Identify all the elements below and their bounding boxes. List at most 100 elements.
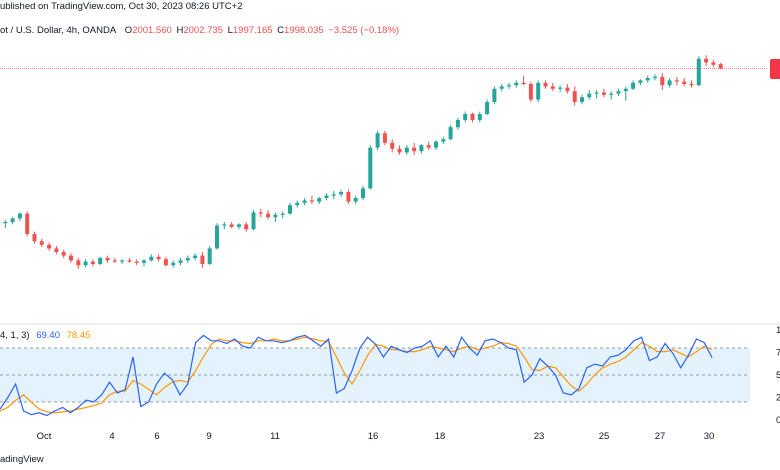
candle	[353, 195, 358, 204]
candle	[302, 198, 307, 206]
candle	[346, 189, 351, 204]
time-axis-label: 11	[270, 431, 280, 442]
candle	[3, 219, 8, 228]
candle	[280, 211, 285, 219]
candle	[580, 94, 584, 105]
candle	[477, 111, 482, 123]
candle	[419, 144, 424, 154]
candle	[499, 84, 504, 92]
candle	[339, 189, 344, 197]
candle	[404, 145, 409, 155]
candle	[105, 255, 110, 263]
candle	[331, 190, 336, 200]
time-axis-label: Oct	[37, 431, 52, 442]
candle	[601, 88, 606, 98]
candle	[236, 223, 241, 230]
candle	[90, 259, 95, 267]
time-axis-label: 25	[599, 431, 610, 442]
candlestick-series	[3, 55, 723, 269]
candle	[361, 186, 365, 201]
candle	[660, 73, 665, 90]
brand-text: adingView	[0, 454, 44, 465]
candle	[448, 124, 453, 141]
candle	[273, 212, 278, 222]
candle	[704, 55, 709, 66]
time-axis-label: 18	[435, 431, 446, 442]
candle	[514, 80, 519, 88]
candle	[288, 202, 292, 215]
candle	[382, 130, 387, 146]
candle	[185, 255, 190, 263]
candle	[455, 117, 460, 130]
time-axis: Oct 4 6 9 11 16 18 23 25 27 30	[37, 431, 715, 442]
candle	[507, 82, 511, 89]
candle	[200, 252, 205, 268]
candle	[463, 111, 468, 123]
stoch-scale-label: 7	[776, 348, 780, 359]
candle	[689, 80, 694, 88]
time-axis-label: 4	[109, 431, 114, 442]
candle	[587, 90, 592, 100]
candle	[222, 222, 227, 230]
candle	[426, 141, 431, 150]
candle	[682, 78, 687, 87]
candle	[594, 90, 599, 99]
stoch-scale-label: 5	[776, 370, 780, 381]
candle	[441, 136, 446, 144]
candle	[543, 80, 548, 89]
candle	[69, 253, 73, 263]
candle	[558, 85, 563, 93]
candle	[120, 259, 125, 264]
candle	[98, 256, 103, 266]
tradingview-brand[interactable]: adingView	[0, 453, 44, 467]
candle	[244, 222, 249, 232]
candle	[149, 254, 154, 262]
candle	[536, 80, 541, 102]
candle	[390, 139, 395, 153]
candle	[76, 258, 81, 269]
chart-canvas[interactable]: 1 7 5 2 0 Oct 4 6 9 11 16 18 23 25 27 30	[0, 0, 780, 470]
candle	[39, 238, 44, 248]
candle	[193, 253, 198, 261]
candle	[521, 75, 526, 86]
candle	[565, 84, 570, 94]
time-axis-label: 6	[154, 431, 159, 442]
candle	[25, 211, 30, 237]
stoch-k-value: 69.40	[36, 330, 60, 341]
candle	[61, 249, 66, 258]
candle	[258, 208, 263, 218]
candle	[178, 258, 183, 266]
candle	[317, 196, 322, 204]
candle	[295, 200, 300, 208]
candle	[653, 74, 657, 81]
candle	[142, 259, 146, 267]
candle	[309, 195, 314, 204]
candle	[550, 82, 555, 92]
candle	[171, 260, 176, 268]
candle	[10, 217, 15, 225]
candle	[47, 242, 52, 251]
candle	[266, 210, 271, 220]
candle	[674, 76, 679, 86]
candle	[528, 81, 533, 102]
candle	[470, 112, 475, 123]
stoch-params[interactable]: 4, 1, 3)	[0, 330, 30, 341]
stoch-d-value: 78.45	[66, 330, 91, 341]
time-axis-label: 9	[206, 431, 211, 442]
candle	[696, 56, 701, 87]
candle	[54, 246, 59, 255]
candle	[711, 60, 716, 68]
candle	[163, 256, 168, 267]
last-price-tag	[770, 59, 780, 79]
candle	[645, 75, 650, 83]
candle	[251, 210, 256, 231]
candle	[32, 231, 37, 244]
stoch-scale-label: 2	[776, 393, 780, 404]
time-axis-label: 27	[655, 431, 666, 442]
candle	[412, 142, 417, 155]
stoch-scale-label: 0	[776, 415, 780, 426]
candle	[229, 222, 234, 228]
candle	[127, 258, 132, 263]
candle	[609, 91, 614, 100]
candle	[616, 88, 621, 96]
